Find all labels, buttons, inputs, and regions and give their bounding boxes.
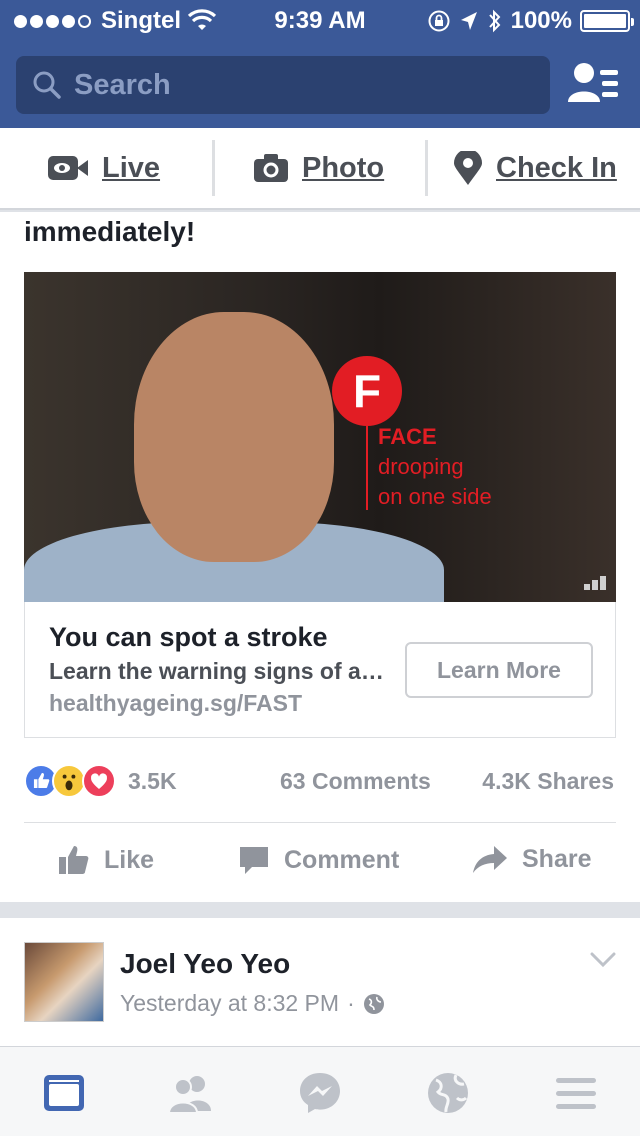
search-placeholder: Search [74, 68, 171, 101]
top-bar: Singtel 9:39 AM 100% Search [0, 0, 640, 128]
reactions-summary[interactable]: 3.5K 63 Comments 4.3K Shares [24, 762, 616, 802]
check-in-label: Check In [496, 151, 617, 184]
live-button[interactable]: Live [48, 128, 160, 208]
post-timestamp[interactable]: Yesterday at 8:32 PM [120, 990, 339, 1017]
caption-line-3: on one side [378, 484, 492, 509]
globe-privacy-icon [363, 993, 384, 1014]
wow-reaction-icon [52, 764, 86, 798]
reactions-count: 3.5K [128, 768, 177, 794]
author-name[interactable]: Joel Yeo Yeo [120, 948, 290, 980]
post-meta: Yesterday at 8:32 PM · [120, 990, 385, 1017]
composer-bar: Live Photo Check In [0, 128, 640, 210]
volume-icon[interactable] [584, 576, 606, 590]
photo-label: Photo [302, 151, 385, 184]
photo-button[interactable]: Photo [254, 128, 384, 208]
fast-letter-badge: F [332, 356, 402, 426]
bottom-tab-bar [0, 1046, 640, 1136]
share-label: Share [522, 844, 592, 873]
like-button[interactable]: Like [58, 844, 154, 876]
menu-icon[interactable] [554, 1071, 598, 1115]
link-url: healthyageing.sg/FAST [49, 690, 303, 716]
search-icon [33, 71, 61, 99]
chevron-down-icon[interactable] [590, 952, 616, 968]
share-arrow-icon [473, 846, 507, 873]
love-reaction-icon [82, 764, 116, 798]
learn-more-button[interactable]: Learn More [405, 642, 593, 698]
post-actions: Like Comment Share [0, 824, 640, 902]
notifications-globe-icon[interactable] [426, 1071, 470, 1115]
like-label: Like [104, 845, 155, 874]
comment-label: Comment [284, 845, 400, 874]
camera-icon [254, 154, 288, 182]
messenger-icon[interactable] [298, 1071, 342, 1115]
battery-icon [580, 10, 634, 32]
caption-line-2: drooping [378, 454, 464, 479]
comments-count[interactable]: 63 Comments [280, 768, 431, 795]
video-camera-icon [48, 156, 88, 180]
link-preview[interactable]: You can spot a stroke Learn the warning … [24, 602, 616, 738]
comment-bubble-icon [240, 847, 268, 874]
composer-divider [212, 140, 215, 196]
search-input[interactable]: Search [16, 56, 550, 114]
shares-count[interactable]: 4.3K Shares [482, 768, 614, 795]
status-bar: Singtel 9:39 AM 100% [0, 0, 640, 40]
bluetooth-icon [488, 9, 500, 33]
map-pin-icon [454, 151, 482, 185]
share-button[interactable]: Share [472, 844, 591, 874]
caption-line-1: FACE [378, 424, 437, 449]
author-avatar[interactable] [24, 942, 104, 1022]
meta-separator: · [347, 990, 355, 1016]
post-divider [24, 822, 616, 823]
post-text: immediately! [24, 216, 196, 247]
video-thumbnail-face [134, 312, 334, 562]
friends-icon[interactable] [168, 1071, 212, 1115]
next-post: Joel Yeo Yeo Yesterday at 8:32 PM · [0, 918, 640, 1048]
thumbs-up-icon [59, 846, 89, 874]
link-description: Learn the warning signs of a stroke [49, 658, 389, 684]
rotation-lock-icon [428, 10, 450, 32]
check-in-button[interactable]: Check In [454, 128, 617, 208]
news-feed-icon[interactable] [42, 1071, 86, 1115]
composer-divider [425, 140, 428, 196]
comment-button[interactable]: Comment [238, 844, 399, 876]
location-arrow-icon [460, 12, 477, 30]
link-title: You can spot a stroke [49, 622, 328, 652]
battery-percent: 100% [510, 7, 572, 34]
live-label: Live [102, 151, 161, 184]
friend-requests-icon[interactable] [566, 60, 620, 108]
feed-post: immediately! F FACE drooping on one side… [0, 212, 640, 902]
video-caption: FACE drooping on one side [378, 422, 492, 512]
video-player[interactable]: F FACE drooping on one side [24, 272, 616, 602]
caption-line [366, 426, 368, 510]
